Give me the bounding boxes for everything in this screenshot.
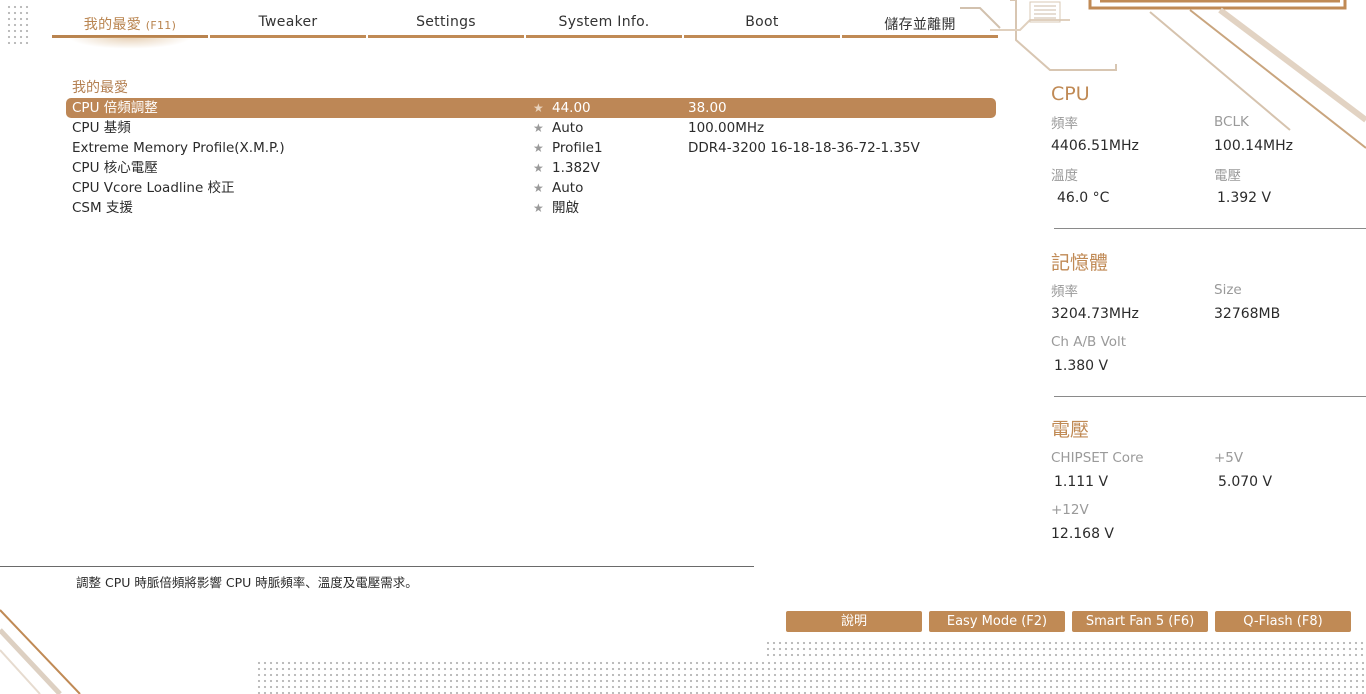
corner-decoration-bottom-left [0, 609, 81, 694]
memory-freq-value: 3204.73MHz [1051, 306, 1139, 322]
star-icon[interactable]: ★ [533, 98, 544, 118]
setting-value[interactable]: 開啟 [552, 198, 579, 218]
cpu-volt-label: 電壓 [1214, 168, 1241, 184]
plus5v-value: 5.070 V [1218, 474, 1273, 490]
setting-row-cpu-base-clock[interactable]: CPU 基頻 ★ Auto 100.00MHz [66, 118, 996, 138]
setting-label: Extreme Memory Profile(X.M.P.) [72, 140, 285, 156]
setting-value[interactable]: Auto [552, 178, 583, 198]
tab-save-exit-label: 儲存並離開 [884, 17, 956, 33]
setting-label: CPU 核心電壓 [72, 160, 158, 176]
setting-label: CPU Vcore Loadline 校正 [72, 180, 235, 196]
setting-value[interactable]: 1.382V [552, 158, 600, 178]
setting-value[interactable]: Auto [552, 118, 583, 138]
dot-pattern-bottom [256, 660, 1366, 694]
setting-value[interactable]: 44.00 [552, 98, 591, 118]
star-icon[interactable]: ★ [533, 158, 544, 178]
memory-freq-label: 頻率 [1051, 284, 1078, 300]
section-title: 我的最愛 [72, 80, 128, 96]
dot-pattern-top-left [6, 4, 30, 44]
memory-heading: 記憶體 [1051, 252, 1109, 274]
cpu-freq-label: 頻率 [1051, 116, 1078, 132]
panel-divider [1054, 396, 1366, 397]
tab-boot-label: Boot [745, 14, 779, 30]
chipset-core-value: 1.111 V [1054, 474, 1109, 490]
plus12v-label: +12V [1051, 502, 1089, 518]
star-icon[interactable]: ★ [533, 118, 544, 138]
help-text: 調整 CPU 時脈倍頻將影響 CPU 時脈頻率、溫度及電壓需求。 [76, 575, 418, 590]
cpu-temp-label: 溫度 [1051, 168, 1078, 184]
cpu-bclk-value: 100.14MHz [1214, 138, 1293, 154]
setting-current-value: DDR4-3200 16-18-18-36-72-1.35V [688, 140, 920, 156]
setting-current-value: 100.00MHz [688, 120, 765, 136]
star-icon[interactable]: ★ [533, 138, 544, 158]
cpu-temp-value: 46.0 °C [1057, 190, 1110, 206]
tab-settings[interactable]: Settings [368, 8, 524, 38]
tab-favorites-key: (F11) [145, 19, 177, 32]
memory-size-label: Size [1214, 282, 1242, 298]
tab-save-exit[interactable]: 儲存並離開 [842, 8, 998, 38]
setting-current-value: 38.00 [688, 100, 727, 116]
plus12v-value: 12.168 V [1051, 526, 1115, 542]
voltage-heading: 電壓 [1051, 419, 1090, 441]
plus5v-label: +5V [1214, 450, 1244, 466]
setting-row-csm[interactable]: CSM 支援 ★ 開啟 [66, 198, 996, 218]
setting-row-loadline[interactable]: CPU Vcore Loadline 校正 ★ Auto [66, 178, 996, 198]
easy-mode-button[interactable]: Easy Mode (F2) [929, 611, 1065, 632]
star-icon[interactable]: ★ [533, 178, 544, 198]
setting-label: CPU 基頻 [72, 120, 131, 136]
tab-tweaker[interactable]: Tweaker [210, 8, 366, 38]
setting-row-cpu-ratio[interactable]: CPU 倍頻調整 ★ 44.00 38.00 [66, 98, 996, 118]
corner-decoration-top-right [990, 0, 1366, 149]
setting-value[interactable]: Profile1 [552, 138, 603, 158]
help-divider [0, 566, 754, 567]
dot-pattern-bottom-right [765, 640, 1366, 660]
tab-system-info-label: System Info. [558, 14, 650, 30]
setting-label: CSM 支援 [72, 200, 133, 216]
tab-tweaker-label: Tweaker [258, 14, 318, 30]
setting-label: CPU 倍頻調整 [72, 100, 158, 116]
setting-row-xmp[interactable]: Extreme Memory Profile(X.M.P.) ★ Profile… [66, 138, 996, 158]
settings-list: CPU 倍頻調整 ★ 44.00 38.00 CPU 基頻 ★ Auto 100… [66, 98, 996, 218]
star-icon[interactable]: ★ [533, 198, 544, 218]
memory-chvolt-label: Ch A/B Volt [1051, 334, 1127, 350]
tab-system-info[interactable]: System Info. [526, 8, 682, 38]
cpu-volt-value: 1.392 V [1217, 190, 1272, 206]
help-button[interactable]: 說明 [786, 611, 922, 632]
qflash-button[interactable]: Q-Flash (F8) [1215, 611, 1351, 632]
memory-chvolt-value: 1.380 V [1054, 358, 1109, 374]
cpu-bclk-label: BCLK [1214, 114, 1249, 130]
memory-size-value: 32768MB [1214, 306, 1281, 322]
tab-favorites[interactable]: 我的最愛 (F11) [52, 8, 208, 49]
panel-divider [1054, 228, 1366, 229]
smart-fan-button[interactable]: Smart Fan 5 (F6) [1072, 611, 1208, 632]
tab-bar: 我的最愛 (F11) Tweaker Settings System Info.… [52, 8, 1000, 49]
tab-favorites-label: 我的最愛 [83, 17, 141, 33]
tab-settings-label: Settings [416, 14, 476, 30]
setting-row-cpu-vcore[interactable]: CPU 核心電壓 ★ 1.382V [66, 158, 996, 178]
chipset-core-label: CHIPSET Core [1051, 450, 1144, 466]
cpu-freq-value: 4406.51MHz [1051, 138, 1139, 154]
cpu-heading: CPU [1051, 83, 1090, 105]
tab-boot[interactable]: Boot [684, 8, 840, 38]
